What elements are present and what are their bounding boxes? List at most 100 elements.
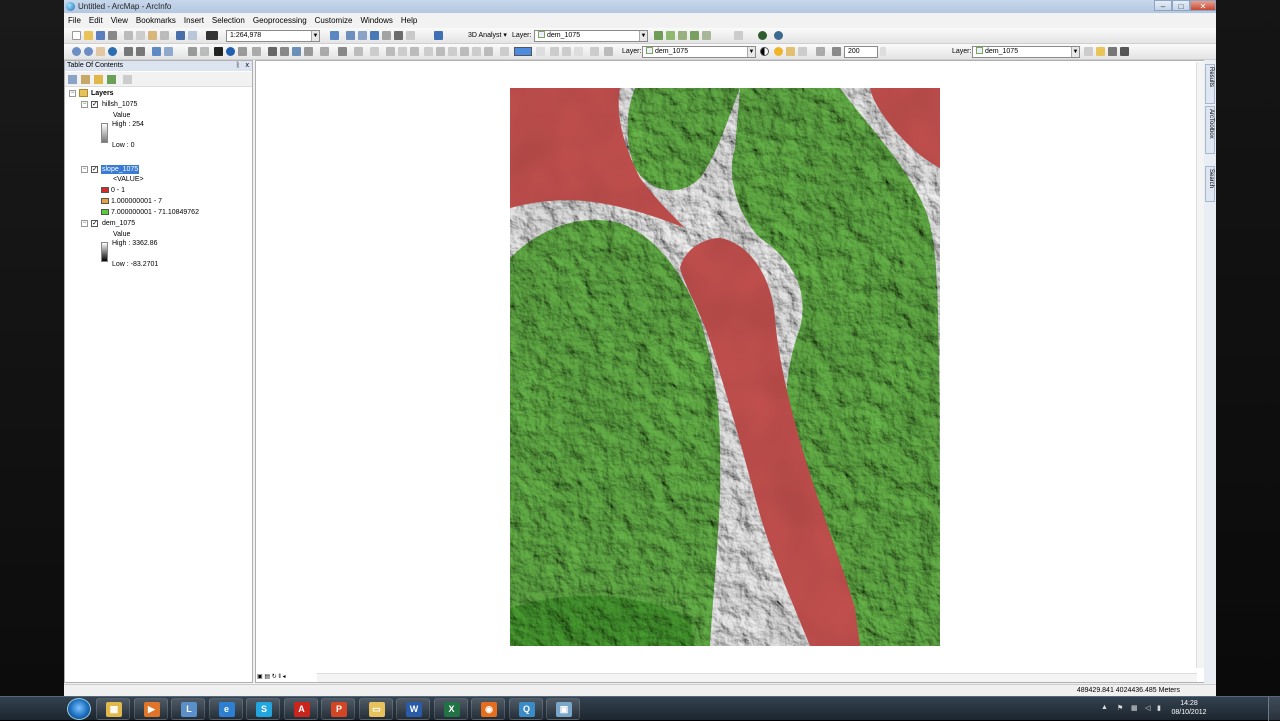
- profile-graph-icon[interactable]: [702, 31, 711, 40]
- line-of-sight-icon[interactable]: [678, 31, 687, 40]
- menu-insert[interactable]: Insert: [180, 14, 208, 28]
- close-button[interactable]: ✕: [1190, 0, 1216, 11]
- identify-icon[interactable]: [226, 47, 235, 56]
- menu-bookmarks[interactable]: Bookmarks: [132, 14, 180, 28]
- taskbar-folder-button[interactable]: ▭: [358, 698, 393, 720]
- nudge-icon[interactable]: [436, 47, 445, 56]
- steepest-path-icon[interactable]: [666, 31, 675, 40]
- save-icon[interactable]: [96, 31, 105, 40]
- taskbar-skype-button[interactable]: S: [246, 698, 280, 720]
- select-elements-icon[interactable]: [214, 47, 223, 56]
- volume-icon[interactable]: ◁: [1145, 704, 1153, 712]
- refresh-icon[interactable]: ↻: [272, 674, 277, 680]
- data-view-icon[interactable]: ▣: [257, 674, 263, 680]
- layout-view-icon[interactable]: ▤: [264, 674, 270, 680]
- rotate-icon[interactable]: [398, 47, 407, 56]
- whats-this-icon[interactable]: [434, 31, 443, 40]
- slope-visibility-checkbox[interactable]: ✓: [91, 166, 98, 173]
- distribute-icon[interactable]: [448, 47, 457, 56]
- results-tab[interactable]: Results: [1205, 64, 1215, 104]
- dem-visibility-checkbox[interactable]: ✓: [91, 220, 98, 227]
- menu-edit[interactable]: Edit: [85, 14, 107, 28]
- taskbar-arccatalog-button[interactable]: L: [171, 698, 205, 720]
- list-by-selection-icon[interactable]: [107, 75, 116, 84]
- menu-windows[interactable]: Windows: [356, 14, 396, 28]
- pause-drawing-icon[interactable]: ‖: [278, 674, 280, 680]
- flip-icon[interactable]: [574, 47, 583, 56]
- scale-combo[interactable]: 1:264,978 ▼: [226, 30, 320, 42]
- georef-layer-combo[interactable]: dem_1075 ▼: [972, 46, 1080, 58]
- menu-selection[interactable]: Selection: [208, 14, 249, 28]
- effects-layer-combo[interactable]: dem_1075 ▼: [642, 46, 756, 58]
- zoom-in-icon[interactable]: [72, 47, 81, 56]
- interpolate-line-icon[interactable]: [690, 31, 699, 40]
- measure-icon[interactable]: [268, 47, 277, 56]
- zoom-out-icon[interactable]: [84, 47, 93, 56]
- font-size-icon[interactable]: [370, 47, 379, 56]
- editor-toolbar-icon[interactable]: [330, 31, 339, 40]
- arcscene-icon[interactable]: [774, 31, 783, 40]
- brightness-icon[interactable]: [774, 47, 783, 56]
- fill-color-swatch[interactable]: [514, 47, 532, 56]
- find-icon[interactable]: [280, 47, 289, 56]
- overflow-icon[interactable]: [604, 47, 613, 56]
- python-window-icon[interactable]: [394, 31, 403, 40]
- list-by-source-icon[interactable]: [81, 75, 90, 84]
- show-desktop-button[interactable]: [1268, 697, 1280, 721]
- action-center-icon[interactable]: ⚑: [1117, 704, 1125, 712]
- chevron-down-icon[interactable]: ▼: [1071, 47, 1079, 57]
- pan-icon[interactable]: [96, 47, 105, 56]
- new-document-icon[interactable]: [72, 31, 81, 40]
- modelbuilder-icon[interactable]: [406, 31, 415, 40]
- select-features-icon[interactable]: [188, 47, 197, 56]
- graph-icon[interactable]: [734, 31, 743, 40]
- layers-root-label[interactable]: Layers: [91, 89, 114, 98]
- search-window-icon[interactable]: [370, 31, 379, 40]
- delete-icon[interactable]: [160, 31, 169, 40]
- print-icon[interactable]: [108, 31, 117, 40]
- search-tab[interactable]: Search: [1205, 166, 1215, 202]
- menu-geoprocessing[interactable]: Geoprocessing: [249, 14, 311, 28]
- toolbox-icon[interactable]: [382, 31, 391, 40]
- draw-tool-icon[interactable]: [338, 47, 347, 56]
- fill-color-dropdown-icon[interactable]: [536, 47, 545, 56]
- taskbar-remote-button[interactable]: ▣: [546, 698, 580, 720]
- group-icon[interactable]: [410, 47, 419, 56]
- redo-icon[interactable]: [188, 31, 197, 40]
- taskbar-excel-button[interactable]: X: [433, 698, 468, 720]
- taskbar-firefox-button[interactable]: ◉: [471, 698, 505, 720]
- fill-color-icon[interactable]: [472, 47, 481, 56]
- fixed-zoom-in-icon[interactable]: [124, 47, 133, 56]
- hammer-icon[interactable]: [1108, 47, 1117, 56]
- dem-layer-name[interactable]: dem_1075: [102, 219, 135, 228]
- wrench-icon[interactable]: [1120, 47, 1129, 56]
- collapse-hillsh-toggle[interactable]: −: [81, 101, 88, 108]
- show-hidden-icons-icon[interactable]: ▲: [1101, 704, 1109, 712]
- taskbar-explorer-button[interactable]: ▦: [96, 698, 130, 720]
- close-icon[interactable]: x: [246, 61, 250, 71]
- minimize-button[interactable]: –: [1154, 0, 1172, 11]
- fixed-zoom-out-icon[interactable]: [136, 47, 145, 56]
- taskbar-powerpoint-button[interactable]: P: [321, 698, 355, 720]
- flicker-rate-input[interactable]: 200: [844, 46, 878, 58]
- ruler-icon[interactable]: [1096, 47, 1105, 56]
- copy-icon[interactable]: [136, 31, 145, 40]
- list-by-visibility-icon[interactable]: [94, 75, 103, 84]
- taskbar-ie-button[interactable]: e: [208, 698, 243, 720]
- analyst-toolbar-label[interactable]: 3D Analyst ▾: [468, 31, 507, 41]
- html-popup-icon[interactable]: [252, 47, 261, 56]
- align-icon[interactable]: [386, 47, 395, 56]
- layer-tool-icon[interactable]: [1084, 47, 1093, 56]
- chevron-down-icon[interactable]: ▼: [747, 47, 755, 57]
- taskbar-arcmap-button[interactable]: Q: [508, 698, 543, 720]
- pin-icon[interactable]: ᚱ: [236, 61, 240, 71]
- collapse-dem-toggle[interactable]: −: [81, 220, 88, 227]
- collapse-layers-toggle[interactable]: −: [69, 90, 76, 97]
- time-slider-icon[interactable]: [304, 47, 313, 56]
- clear-selection-icon[interactable]: [200, 47, 209, 56]
- full-extent-icon[interactable]: [108, 47, 117, 56]
- viewer-window-icon[interactable]: [320, 47, 329, 56]
- back-extent-icon[interactable]: [152, 47, 161, 56]
- network-icon[interactable]: ▦: [1131, 704, 1139, 712]
- contour-icon[interactable]: [654, 31, 663, 40]
